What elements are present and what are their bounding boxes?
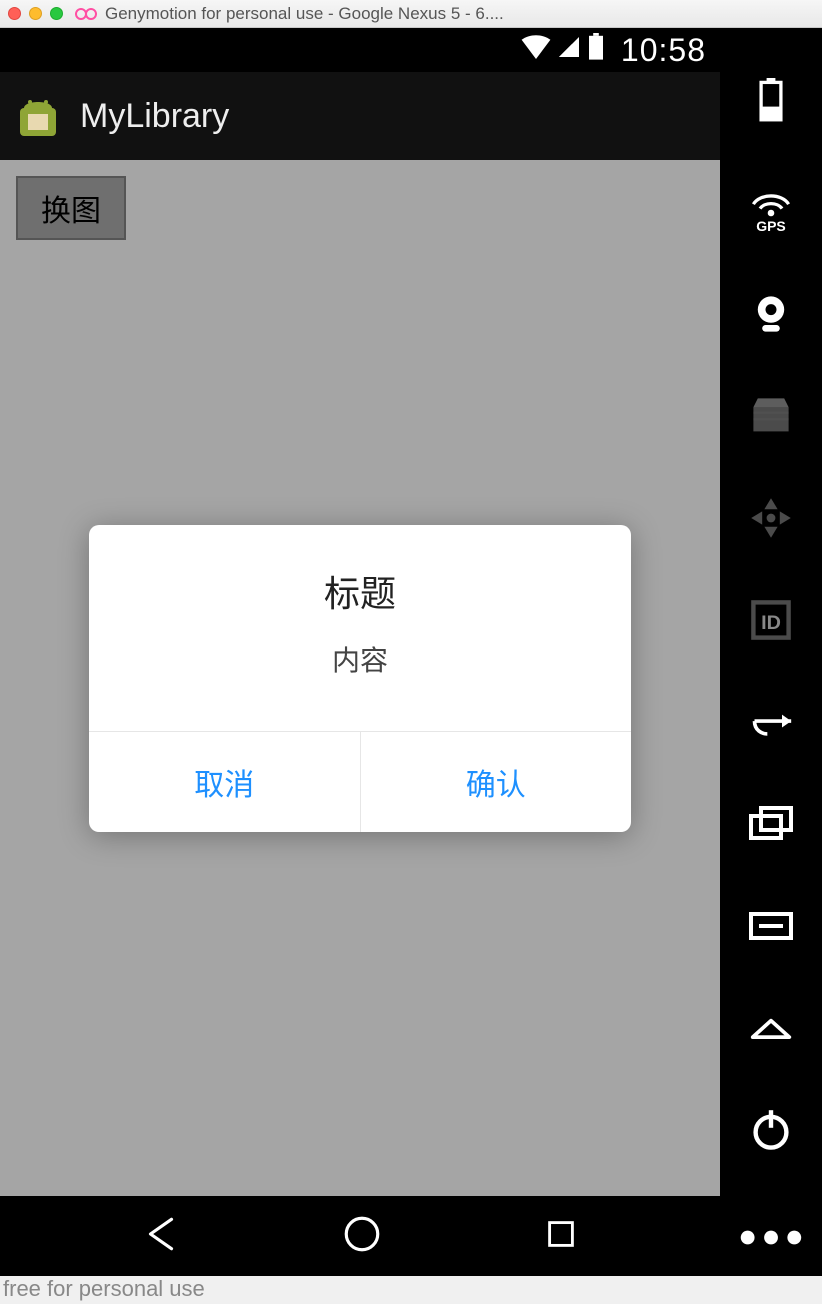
camera-tool-button[interactable]	[749, 292, 793, 336]
mac-maximize-button[interactable]	[50, 7, 63, 20]
android-nav-more-icon[interactable]: ●●●	[738, 1218, 808, 1255]
mac-minimize-button[interactable]	[29, 7, 42, 20]
android-device-screen: 10:58 MyLibrary 换图 标题	[0, 28, 720, 1276]
android-action-bar: MyLibrary	[0, 72, 720, 160]
watermark-text: free for personal use	[3, 1276, 205, 1302]
svg-text:ID: ID	[761, 612, 781, 634]
status-time: 10:58	[621, 32, 706, 69]
battery-icon	[587, 33, 605, 68]
change-image-button-label: 换图	[41, 186, 101, 230]
dialog-confirm-label: 确认	[466, 769, 526, 802]
mac-titlebar: Genymotion for personal use - Google Nex…	[0, 0, 822, 28]
genymotion-icon	[75, 6, 97, 22]
multiwindow-tool-button[interactable]	[749, 802, 793, 846]
dialog-cancel-label: 取消	[194, 769, 254, 802]
alert-dialog: 标题 内容 取消 确认	[89, 525, 631, 832]
mac-close-button[interactable]	[8, 7, 21, 20]
android-recent-button[interactable]	[542, 1215, 580, 1258]
dialog-scrim[interactable]: 标题 内容 取消 确认	[0, 160, 720, 1196]
dialog-cancel-button[interactable]: 取消	[89, 732, 360, 832]
app-content: 换图 标题 内容 取消 确认	[0, 160, 720, 1196]
android-status-bar: 10:58	[0, 28, 720, 72]
dialog-title: 标题	[89, 525, 631, 631]
mac-window-title: Genymotion for personal use - Google Nex…	[105, 4, 814, 24]
wifi-icon	[521, 34, 551, 66]
rotate-tool-button[interactable]	[749, 700, 793, 744]
emulator-frame: 10:58 MyLibrary 换图 标题	[0, 28, 822, 1276]
cell-signal-icon	[557, 34, 581, 66]
dialog-content: 内容	[89, 631, 631, 731]
gps-tool-label: GPS	[756, 218, 786, 234]
screencast-tool-button[interactable]	[749, 394, 793, 438]
android-nav-bar: ●●●	[0, 1196, 720, 1276]
remote-control-tool-button[interactable]	[749, 496, 793, 540]
battery-tool-button[interactable]	[749, 78, 793, 122]
action-bar-title: MyLibrary	[80, 97, 229, 136]
power-tool-button[interactable]	[749, 1108, 793, 1152]
android-back-button[interactable]	[140, 1213, 182, 1260]
change-image-button[interactable]: 换图	[16, 176, 126, 240]
menu-tool-button[interactable]	[749, 904, 793, 948]
emulator-toolbar: GPS ID	[720, 28, 822, 1276]
identifiers-tool-button[interactable]: ID	[749, 598, 793, 642]
android-home-button[interactable]	[341, 1213, 383, 1260]
home-tool-button[interactable]	[749, 1006, 793, 1050]
android-app-icon	[14, 92, 62, 140]
gps-tool-button[interactable]: GPS	[749, 180, 793, 234]
dialog-confirm-button[interactable]: 确认	[360, 732, 632, 832]
